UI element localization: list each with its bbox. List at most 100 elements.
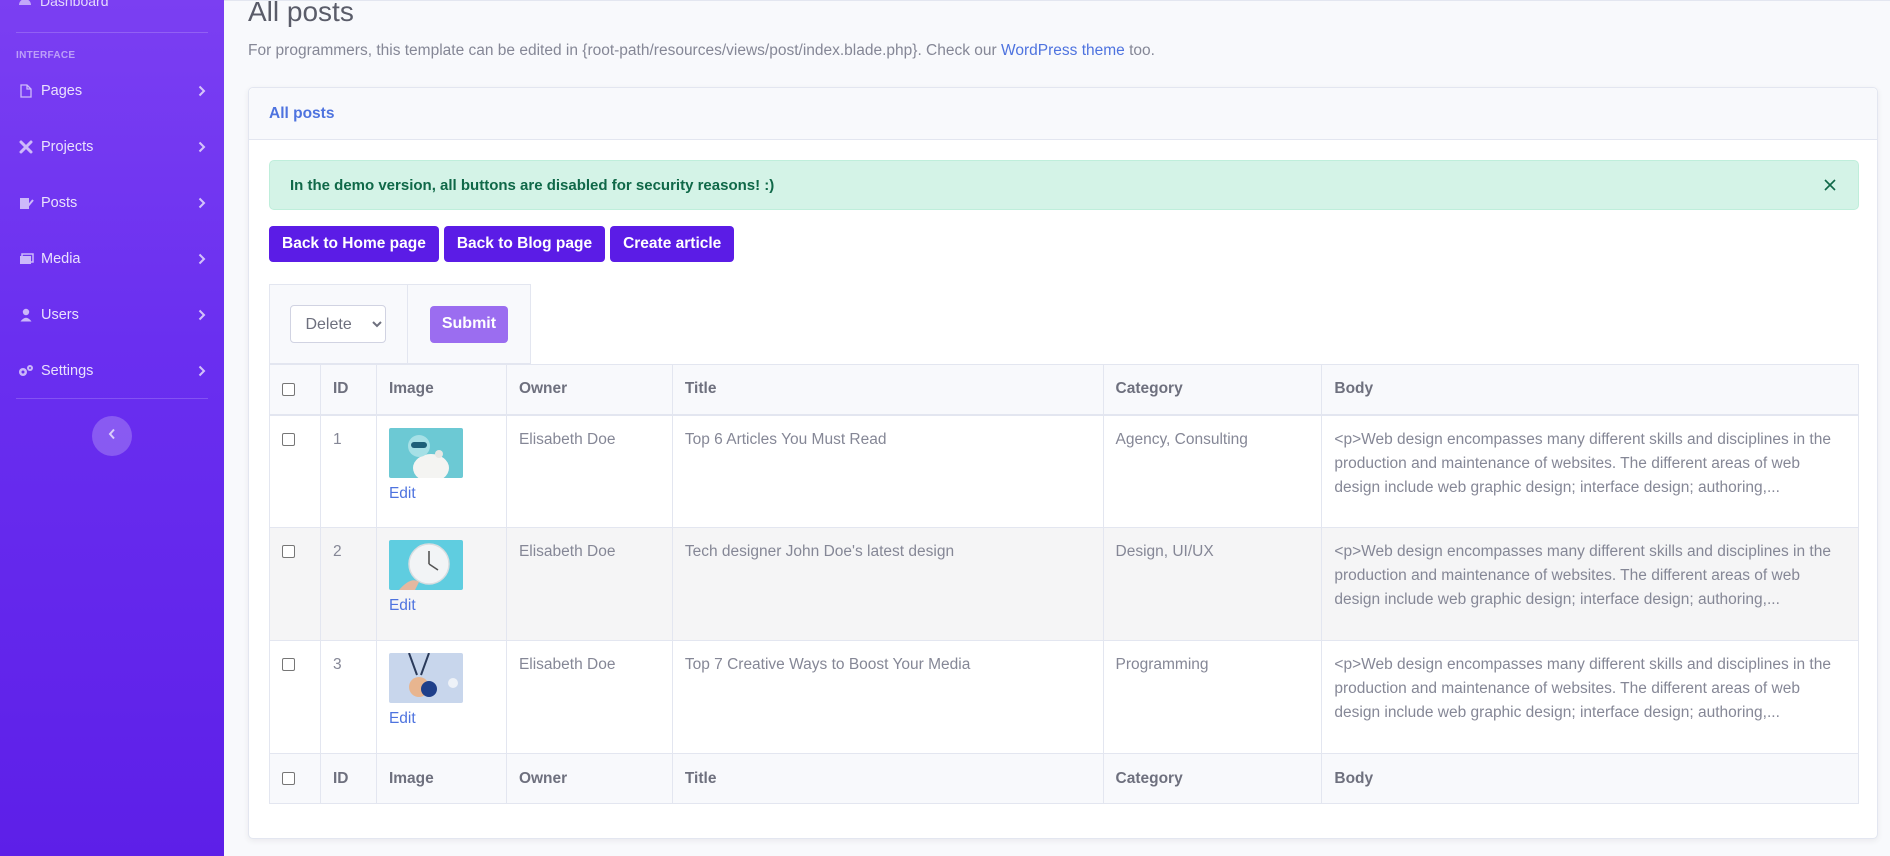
body-cell: <p>Web design encompasses many different… — [1321, 527, 1859, 641]
bulk-action-select[interactable]: Delete — [290, 305, 387, 343]
sidebar-item-label: Media — [41, 251, 81, 267]
sidebar-item-posts[interactable]: Posts — [0, 183, 224, 223]
body-text: <p>Web design encompasses many different… — [1334, 656, 1831, 721]
post-thumbnail — [388, 427, 463, 478]
sidebar-divider — [16, 398, 208, 399]
bulk-action-bar: Delete Submit — [269, 284, 531, 364]
table-row: 2 Edit Elisabeth Doe Tech designer John … — [269, 527, 1859, 641]
file-signature-icon — [18, 195, 34, 211]
column-header[interactable]: Body — [1321, 364, 1859, 416]
table-footer: ID Image Owner Title Category Body — [269, 753, 1859, 804]
category-cell: Design, UI/UX — [1102, 527, 1323, 641]
back-to-home-button[interactable]: Back to Home page — [269, 226, 439, 262]
chevron-right-icon — [198, 252, 208, 266]
wordpress-theme-link[interactable]: WordPress theme — [1001, 42, 1125, 59]
tools-icon — [18, 139, 34, 155]
column-header[interactable]: Body — [1321, 753, 1859, 804]
bulk-select-cell: Delete — [270, 285, 408, 363]
sidebar-item-label: Pages — [41, 83, 83, 99]
column-header[interactable]: Category — [1102, 753, 1323, 804]
chevron-right-icon — [198, 364, 208, 378]
category-cell: Agency, Consulting — [1102, 414, 1323, 528]
column-header[interactable]: ID — [319, 753, 377, 804]
page-description-text: For programmers, this template can be ed… — [248, 42, 1002, 59]
sidebar-item-label: Settings — [41, 363, 94, 379]
row-checkbox[interactable] — [282, 545, 295, 558]
select-all-checkbox[interactable] — [282, 382, 295, 396]
alert-message: In the demo version, all buttons are dis… — [290, 176, 775, 194]
close-icon[interactable] — [1822, 177, 1838, 193]
tachometer-icon — [18, 0, 32, 9]
title-cell: Top 7 Creative Ways to Boost Your Media — [671, 640, 1104, 754]
sidebar-heading: INTERFACE — [16, 50, 76, 61]
image-cell: Edit — [375, 414, 507, 528]
table-row: 1 Edit Elisabeth Doe Top 6 Articles You … — [269, 414, 1859, 528]
id-cell: 1 — [319, 414, 377, 528]
sidebar-item-projects[interactable]: Projects — [0, 127, 224, 167]
row-select-cell — [269, 640, 321, 754]
row-select-cell — [269, 414, 321, 528]
id-cell: 2 — [319, 527, 377, 641]
body-text: <p>Web design encompasses many different… — [1334, 543, 1831, 608]
sidebar-item-settings[interactable]: Settings — [0, 351, 224, 391]
post-thumbnail — [388, 540, 463, 590]
row-select-cell — [269, 527, 321, 641]
column-header[interactable]: Image — [375, 753, 507, 804]
column-header[interactable]: ID — [319, 364, 377, 416]
column-header[interactable]: Owner — [505, 753, 673, 804]
file-icon — [18, 83, 34, 99]
chevron-right-icon — [198, 140, 208, 154]
sidebar-item-users[interactable]: Users — [0, 295, 224, 335]
select-all-checkbox[interactable] — [282, 771, 295, 785]
bulk-submit-cell: Submit — [408, 285, 530, 363]
sidebar-item-label: Dashboard — [40, 0, 109, 9]
column-header[interactable]: Title — [671, 753, 1104, 804]
cogs-icon — [18, 363, 34, 379]
sidebar-item-label: Users — [41, 307, 79, 323]
column-header[interactable]: Category — [1102, 364, 1323, 416]
sidebar-toggle-button[interactable] — [92, 416, 132, 456]
sidebar-divider — [16, 32, 208, 33]
row-checkbox[interactable] — [282, 658, 295, 671]
table-row: 3 Edit Elisabeth Doe Top 7 Creative Ways… — [269, 640, 1859, 754]
page-description-text: too. — [1124, 42, 1155, 59]
back-to-blog-button[interactable]: Back to Blog page — [443, 226, 606, 262]
column-header[interactable]: Owner — [505, 364, 673, 416]
sidebar-item-pages[interactable]: Pages — [0, 71, 224, 111]
post-thumbnail — [388, 653, 463, 703]
sidebar: Dashboard INTERFACE Pages Projects Posts… — [0, 0, 224, 856]
edit-link[interactable]: Edit — [389, 596, 494, 616]
images-icon — [18, 251, 34, 267]
chevron-right-icon — [198, 308, 208, 322]
sidebar-item-dashboard[interactable]: Dashboard — [18, 0, 109, 12]
create-article-button[interactable]: Create article — [610, 226, 735, 262]
category-cell: Programming — [1102, 640, 1323, 754]
topbar-border — [224, 0, 1890, 3]
owner-cell: Elisabeth Doe — [505, 640, 673, 754]
chevron-right-icon — [198, 84, 208, 98]
id-cell: 3 — [319, 640, 377, 754]
page-description: For programmers, this template can be ed… — [248, 42, 1155, 60]
edit-link[interactable]: Edit — [389, 709, 494, 729]
column-header[interactable]: Image — [375, 364, 507, 416]
card-header: All posts — [249, 88, 1877, 140]
owner-cell: Elisabeth Doe — [505, 414, 673, 528]
column-header[interactable]: Title — [671, 364, 1104, 416]
sidebar-item-media[interactable]: Media — [0, 239, 224, 279]
title-cell: Top 6 Articles You Must Read — [671, 414, 1104, 528]
page-title: All posts — [248, 0, 354, 27]
title-cell: Tech designer John Doe's latest design — [671, 527, 1104, 641]
owner-cell: Elisabeth Doe — [505, 527, 673, 641]
chevron-left-icon — [108, 427, 116, 445]
edit-link[interactable]: Edit — [389, 484, 494, 504]
action-buttons: Back to Home page Back to Blog page Crea… — [269, 226, 735, 262]
body-text: <p>Web design encompasses many different… — [1334, 430, 1831, 496]
demo-alert: In the demo version, all buttons are dis… — [269, 160, 1859, 210]
row-checkbox[interactable] — [282, 432, 295, 446]
chevron-right-icon — [198, 196, 208, 210]
body-cell: <p>Web design encompasses many different… — [1321, 414, 1859, 528]
sidebar-item-label: Projects — [41, 139, 94, 155]
submit-button[interactable]: Submit — [429, 305, 509, 343]
image-cell: Edit — [375, 640, 507, 754]
posts-card: All posts In the demo version, all butto… — [248, 87, 1878, 839]
